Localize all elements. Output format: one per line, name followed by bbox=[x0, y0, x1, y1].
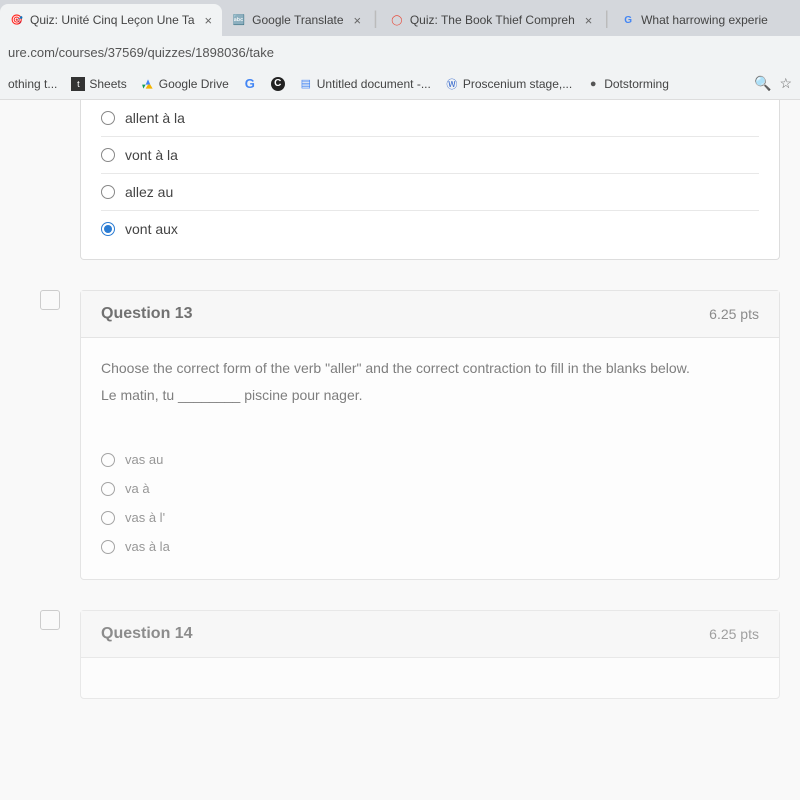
drive-icon bbox=[141, 77, 155, 91]
bookmark-label: Google Drive bbox=[159, 77, 229, 91]
flag-button[interactable] bbox=[40, 610, 60, 630]
option-vont-a-la[interactable]: vont à la bbox=[101, 137, 759, 174]
close-icon[interactable]: × bbox=[205, 13, 213, 28]
wiki-icon: Ⓦ bbox=[445, 77, 459, 91]
tab-label: Google Translate bbox=[252, 13, 343, 27]
url-text: ure.com/courses/37569/quizzes/1898036/ta… bbox=[8, 45, 274, 60]
option-vont-aux[interactable]: vont aux bbox=[101, 211, 759, 247]
radio-icon[interactable] bbox=[101, 222, 115, 236]
option-label: vont à la bbox=[125, 147, 178, 163]
question-prompt: Choose the correct form of the verb "all… bbox=[101, 358, 759, 379]
bookmark-doc[interactable]: ▤ Untitled document -... bbox=[299, 77, 431, 91]
option-label: vont aux bbox=[125, 221, 178, 237]
close-icon[interactable]: × bbox=[585, 13, 593, 28]
option-label: va à bbox=[125, 481, 150, 496]
question-header: Question 14 6.25 pts bbox=[81, 611, 779, 658]
url-bar[interactable]: ure.com/courses/37569/quizzes/1898036/ta… bbox=[0, 36, 800, 68]
radio-icon[interactable] bbox=[101, 111, 115, 125]
option-vas-a-l[interactable]: vas à l' bbox=[101, 503, 759, 532]
question-points: 6.25 pts bbox=[709, 306, 759, 322]
radio-icon[interactable] bbox=[101, 453, 115, 467]
page-content: allent à la vont à la allez au vont aux bbox=[0, 100, 800, 800]
radio-icon[interactable] bbox=[101, 148, 115, 162]
zoom-icon[interactable]: 🔍 bbox=[754, 75, 771, 92]
translate-icon: 🔤 bbox=[232, 13, 246, 27]
bookmark-sheets[interactable]: t Sheets bbox=[71, 77, 126, 91]
google-icon: G bbox=[621, 13, 635, 27]
radio-icon[interactable] bbox=[101, 185, 115, 199]
option-label: allent à la bbox=[125, 110, 185, 126]
canvas-icon: ◯ bbox=[390, 13, 404, 27]
bookmark-c[interactable]: C bbox=[271, 77, 285, 91]
bookmark-label: Dotstorming bbox=[604, 77, 669, 91]
bookmark-label: Proscenium stage,... bbox=[463, 77, 572, 91]
bookmark-label: Untitled document -... bbox=[317, 77, 431, 91]
tab-google-search[interactable]: G What harrowing experie bbox=[611, 4, 778, 36]
question-title: Question 14 bbox=[101, 625, 193, 643]
tab-label: Quiz: The Book Thief Compreh bbox=[410, 13, 575, 27]
option-allent[interactable]: allent à la bbox=[101, 100, 759, 137]
star-icon[interactable]: ☆ bbox=[779, 75, 792, 92]
bookmark-google[interactable]: G bbox=[243, 77, 257, 91]
radio-icon[interactable] bbox=[101, 511, 115, 525]
question-sentence: Le matin, tu ________ piscine pour nager… bbox=[101, 387, 759, 403]
bookmark-othing[interactable]: othing t... bbox=[8, 77, 57, 91]
tab-divider: | bbox=[604, 8, 609, 29]
tab-label: Quiz: Unité Cinq Leçon Une Ta bbox=[30, 13, 195, 27]
browser-tabs: 🎯 Quiz: Unité Cinq Leçon Une Ta × 🔤 Goog… bbox=[0, 0, 800, 36]
option-va-a[interactable]: va à bbox=[101, 474, 759, 503]
close-icon[interactable]: × bbox=[354, 13, 362, 28]
canvas-icon: 🎯 bbox=[10, 13, 24, 27]
option-label: vas à l' bbox=[125, 510, 165, 525]
flag-button[interactable] bbox=[40, 290, 60, 310]
toolbar-right: 🔍 ☆ bbox=[754, 75, 792, 92]
tab-google-translate[interactable]: 🔤 Google Translate × bbox=[222, 4, 371, 36]
option-allez-au[interactable]: allez au bbox=[101, 174, 759, 211]
docs-icon: ▤ bbox=[299, 77, 313, 91]
tab-quiz-unite[interactable]: 🎯 Quiz: Unité Cinq Leçon Une Ta × bbox=[0, 4, 222, 36]
option-vas-a-la[interactable]: vas à la bbox=[101, 532, 759, 561]
radio-icon[interactable] bbox=[101, 482, 115, 496]
bookmarks-bar: othing t... t Sheets Google Drive G C ▤ … bbox=[0, 68, 800, 100]
c-icon: C bbox=[271, 77, 285, 91]
question-points: 6.25 pts bbox=[709, 626, 759, 642]
question-14-card: Question 14 6.25 pts bbox=[80, 610, 780, 699]
option-label: vas au bbox=[125, 452, 163, 467]
bookmark-label: Sheets bbox=[89, 77, 126, 91]
tab-divider: | bbox=[373, 8, 378, 29]
tab-book-thief[interactable]: ◯ Quiz: The Book Thief Compreh × bbox=[380, 4, 603, 36]
option-vas-au[interactable]: vas au bbox=[101, 445, 759, 474]
dot-icon: ● bbox=[586, 77, 600, 91]
bookmark-drive[interactable]: Google Drive bbox=[141, 77, 229, 91]
question-13-card: Question 13 6.25 pts Choose the correct … bbox=[80, 290, 780, 580]
google-icon: G bbox=[243, 77, 257, 91]
bookmark-label: othing t... bbox=[8, 77, 57, 91]
option-label: vas à la bbox=[125, 539, 170, 554]
bookmark-proscenium[interactable]: Ⓦ Proscenium stage,... bbox=[445, 77, 572, 91]
bookmark-dotstorming[interactable]: ● Dotstorming bbox=[586, 77, 669, 91]
radio-icon[interactable] bbox=[101, 540, 115, 554]
option-label: allez au bbox=[125, 184, 173, 200]
sheets-icon: t bbox=[71, 77, 85, 91]
question-title: Question 13 bbox=[101, 305, 193, 323]
question-header: Question 13 6.25 pts bbox=[81, 291, 779, 338]
question-12-card: allent à la vont à la allez au vont aux bbox=[80, 100, 780, 260]
tab-label: What harrowing experie bbox=[641, 13, 768, 27]
